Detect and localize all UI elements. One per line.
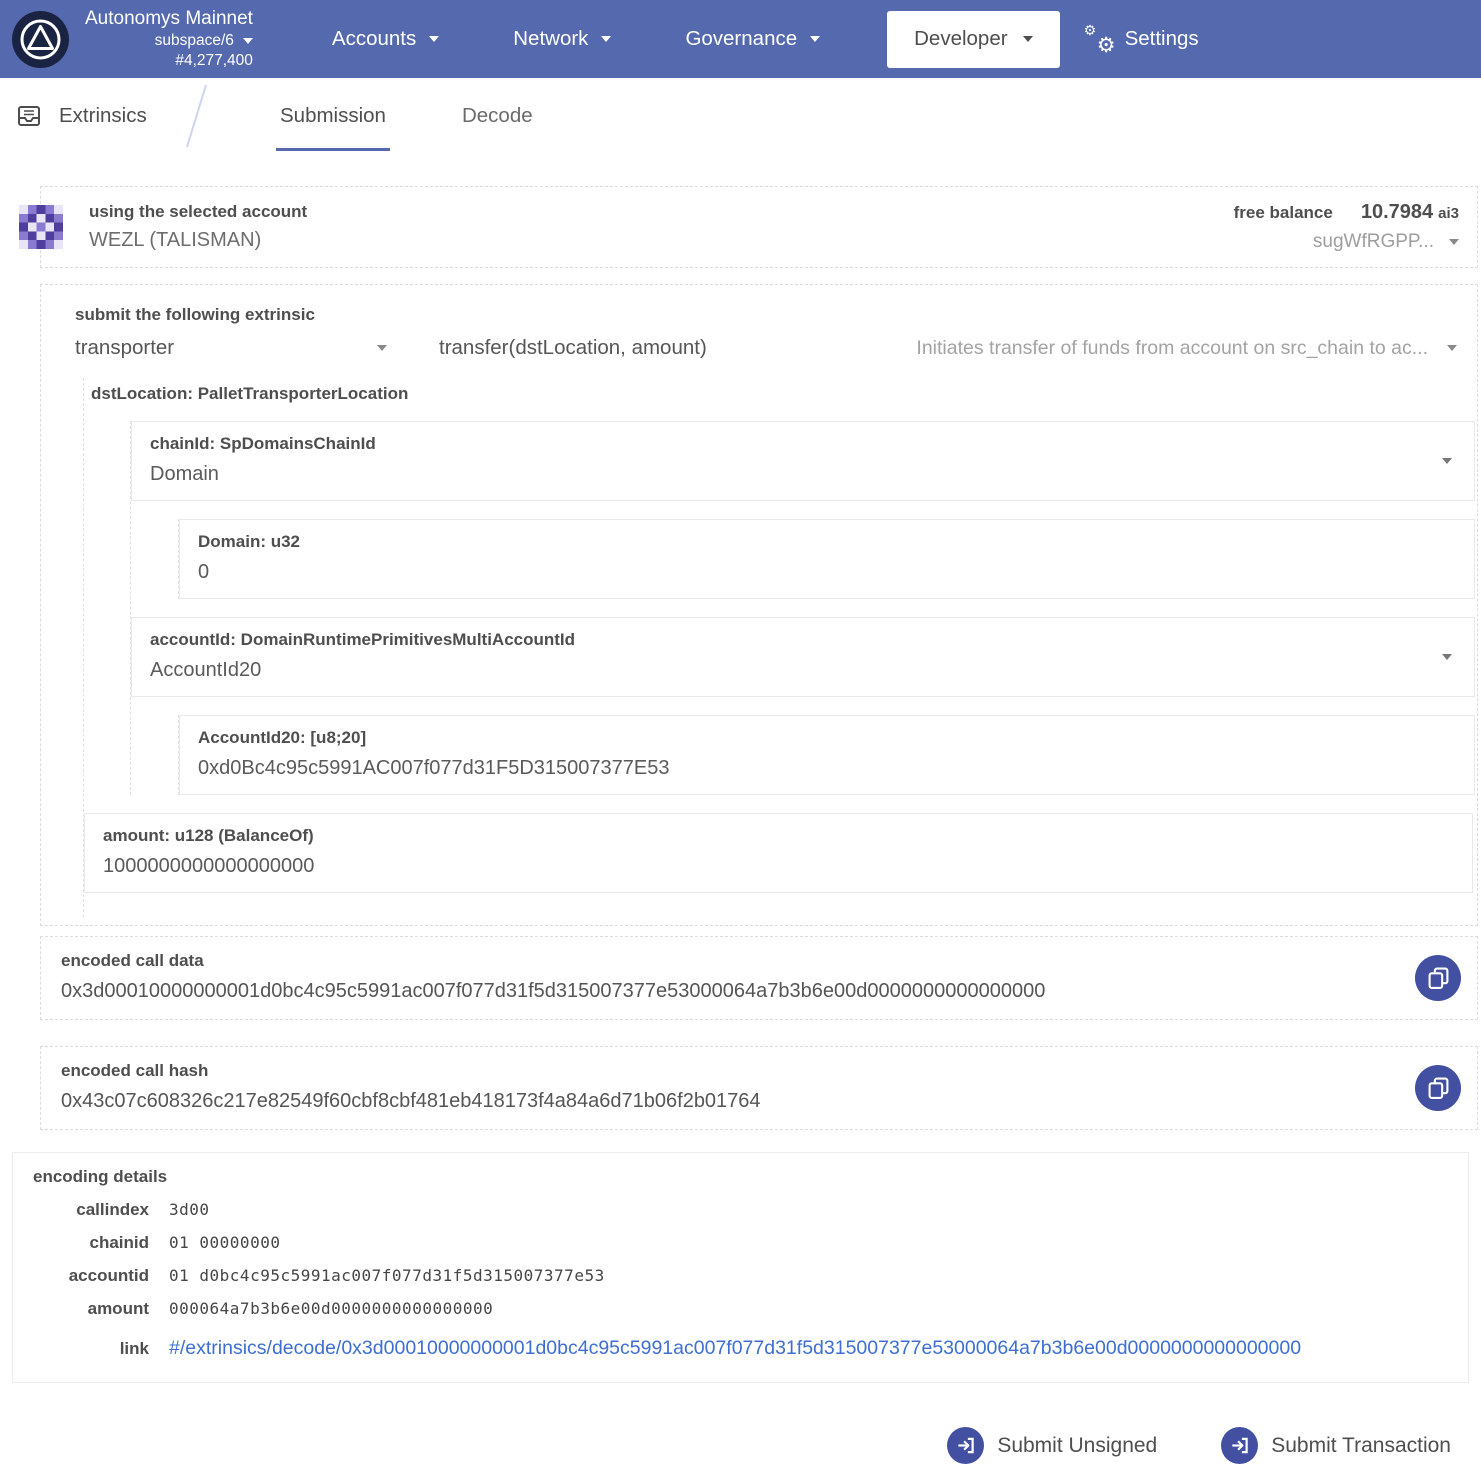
free-balance-value: 10.7984ai3 — [1361, 201, 1459, 224]
amount-label: amount: u128 (BalanceOf) — [103, 826, 1412, 846]
domain-u32-input[interactable]: Domain: u32 0 — [179, 519, 1475, 599]
chevron-down-icon — [377, 345, 387, 351]
chain-id-label: chainId: SpDomainsChainId — [150, 434, 1414, 454]
nav-item-developer-active[interactable]: Developer — [887, 11, 1059, 68]
nav-item-accounts[interactable]: Accounts — [295, 27, 476, 51]
chevron-down-icon — [1442, 654, 1452, 660]
pallet-select[interactable]: transporter — [75, 336, 387, 360]
account-id20-label: AccountId20: [u8;20] — [198, 728, 1414, 748]
amount-value: 1000000000000000000 — [103, 855, 1412, 878]
slanted-divider — [178, 83, 212, 149]
chevron-down-icon — [810, 36, 820, 42]
encoded-call-hash-value: 0x43c07c608326c217e82549f60cbf8cbf481eb4… — [61, 1090, 1387, 1113]
account-id-select[interactable]: accountId: DomainRuntimePrimitivesMultiA… — [131, 617, 1475, 697]
encoded-call-data-value: 0x3d00010000000001d0bc4c95c5991ac007f077… — [61, 980, 1387, 1003]
method-description-select[interactable]: Initiates transfer of funds from account… — [916, 337, 1457, 360]
chevron-down-icon — [601, 36, 611, 42]
tab-submission[interactable]: Submission — [268, 78, 398, 154]
settings-label: Settings — [1125, 27, 1199, 51]
domain-u32-value: 0 — [198, 561, 1414, 584]
account-id20-input[interactable]: AccountId20: [u8;20] 0xd0Bc4c95c5991AC00… — [179, 715, 1475, 795]
extrinsic-section-label: submit the following extrinsic — [75, 305, 1457, 325]
encoding-row-callindex: callindex 3d00 — [33, 1200, 1450, 1220]
chain-id-children: Domain: u32 0 — [178, 519, 1475, 599]
encoding-row-chainid: chainid 01 00000000 — [33, 1233, 1450, 1253]
encoding-details-title: encoding details — [33, 1167, 1450, 1187]
decode-link[interactable]: #/extrinsics/decode/0x3d00010000000001d0… — [169, 1337, 1301, 1360]
chevron-down-icon — [1449, 239, 1459, 245]
encoding-row-accountid: accountid 01 d0bc4c95c5991ac007f077d31f5… — [33, 1266, 1450, 1286]
account-select[interactable]: using the selected account WEZL (TALISMA… — [89, 202, 307, 252]
gears-icon: ⚙ ⚙ — [1084, 24, 1116, 54]
account-address-short: sugWfRGPP... — [1313, 231, 1434, 253]
sign-in-icon — [947, 1427, 984, 1464]
nav-item-network[interactable]: Network — [476, 27, 648, 51]
account-select-label: using the selected account — [89, 202, 307, 222]
account-name: WEZL (TALISMAN) — [89, 229, 307, 252]
selected-account-box: using the selected account WEZL (TALISMA… — [40, 186, 1478, 268]
chevron-down-icon — [243, 38, 253, 44]
account-id-value: AccountId20 — [150, 659, 1414, 682]
method-select[interactable]: transfer(dstLocation, amount) — [439, 336, 707, 360]
chevron-down-icon — [429, 36, 439, 42]
chain-spec-label: subspace/6 — [155, 31, 234, 51]
encoded-call-hash-label: encoded call hash — [61, 1061, 1387, 1081]
block-number: #4,277,400 — [175, 51, 253, 71]
section-heading: Extrinsics — [0, 78, 178, 154]
encoded-call-data-box: encoded call data 0x3d00010000000001d0bc… — [40, 936, 1478, 1020]
chain-id-select[interactable]: chainId: SpDomainsChainId Domain — [131, 421, 1475, 501]
nav-item-governance[interactable]: Governance — [648, 27, 857, 51]
encoded-call-data-label: encoded call data — [61, 951, 1387, 971]
params-tree: dstLocation: PalletTransporterLocation c… — [83, 378, 1475, 917]
account-id-label: accountId: DomainRuntimePrimitivesMultiA… — [150, 630, 1414, 650]
encoding-row-link: link #/extrinsics/decode/0x3d00010000000… — [33, 1337, 1450, 1360]
extrinsic-builder: submit the following extrinsic transport… — [40, 284, 1478, 926]
copy-call-hash-button[interactable] — [1415, 1065, 1461, 1111]
encoded-call-hash-box: encoded call hash 0x43c07c608326c217e825… — [40, 1046, 1478, 1130]
tabs: Submission Decode — [268, 78, 597, 154]
account-address-toggle[interactable]: sugWfRGPP... — [1234, 231, 1459, 253]
submit-unsigned-button[interactable]: Submit Unsigned — [947, 1427, 1157, 1464]
chain-id-value: Domain — [150, 463, 1414, 486]
copy-call-data-button[interactable] — [1415, 955, 1461, 1001]
settings-button[interactable]: ⚙ ⚙ Settings — [1084, 24, 1199, 54]
autonomys-logo-icon[interactable] — [12, 11, 69, 68]
balance-unit: ai3 — [1438, 205, 1459, 222]
encoding-row-amount: amount 000064a7b3b6e00d0000000000000000 — [33, 1299, 1450, 1319]
chevron-down-icon — [1442, 458, 1452, 464]
top-nav-bar: Autonomys Mainnet subspace/6 #4,277,400 … — [0, 0, 1481, 78]
dst-location-children: chainId: SpDomainsChainId Domain Domain:… — [130, 421, 1475, 795]
account-identicon[interactable] — [19, 205, 63, 249]
param-dst-location-label: dstLocation: PalletTransporterLocation — [84, 378, 1475, 410]
free-balance-label: free balance — [1234, 203, 1333, 223]
tab-decode[interactable]: Decode — [450, 78, 545, 154]
amount-input[interactable]: amount: u128 (BalanceOf) 100000000000000… — [84, 813, 1473, 893]
copy-icon — [1428, 967, 1449, 990]
balance-area: free balance 10.7984ai3 sugWfRGPP... — [1234, 201, 1459, 253]
submit-transaction-button[interactable]: Submit Transaction — [1221, 1427, 1451, 1464]
chevron-down-icon — [1023, 36, 1033, 42]
chain-info: Autonomys Mainnet subspace/6 #4,277,400 — [85, 7, 253, 72]
encoding-details-box: encoding details callindex 3d00 chainid … — [12, 1152, 1469, 1383]
account-id20-value: 0xd0Bc4c95c5991AC007f077d31F5D315007377E… — [198, 757, 1414, 780]
account-id-children: AccountId20: [u8;20] 0xd0Bc4c95c5991AC00… — [178, 715, 1475, 795]
sign-in-icon — [1221, 1427, 1258, 1464]
extrinsics-icon — [16, 104, 42, 128]
copy-icon — [1428, 1077, 1449, 1100]
tab-bar: Extrinsics Submission Decode — [0, 78, 1481, 154]
domain-u32-label: Domain: u32 — [198, 532, 1414, 552]
page-title: Extrinsics — [59, 104, 147, 128]
pallet-value: transporter — [75, 336, 174, 360]
method-value: transfer(dstLocation, amount) — [439, 336, 707, 359]
main-nav: Accounts Network Governance — [295, 27, 857, 51]
chain-selector[interactable]: subspace/6 — [155, 31, 253, 51]
chevron-down-icon — [1447, 345, 1457, 351]
chain-name: Autonomys Mainnet — [85, 7, 253, 32]
action-buttons-row: Submit Unsigned Submit Transaction — [0, 1427, 1451, 1464]
method-description: Initiates transfer of funds from account… — [916, 337, 1428, 360]
